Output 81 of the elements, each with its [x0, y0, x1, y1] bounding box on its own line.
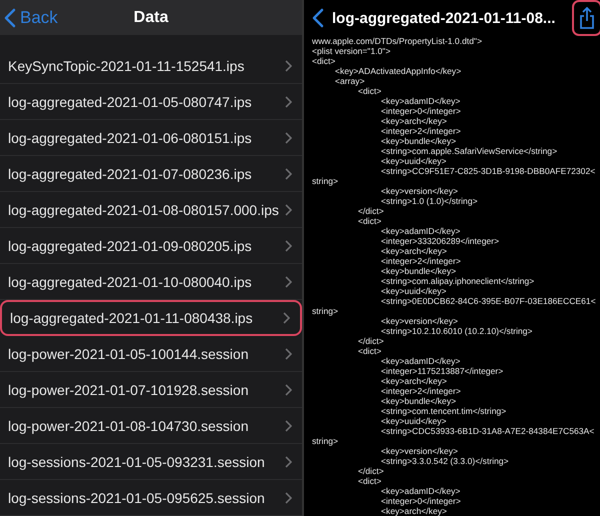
code-line: <string>com.tencent.tim</string>: [381, 406, 506, 416]
file-name: log-aggregated-2021-01-08-080157.000.ips: [8, 202, 279, 218]
code-line: <integer>2</integer>: [381, 386, 461, 396]
code-line: </dict>: [358, 466, 384, 476]
code-line: <key>version</key>: [381, 186, 458, 196]
chevron-right-icon: [285, 240, 292, 252]
file-name: log-power-2021-01-05-100144.session: [8, 346, 248, 362]
code-line: <key>bundle</key>: [381, 266, 456, 276]
chevron-right-icon: [285, 132, 292, 144]
code-line: </dict>: [358, 206, 384, 216]
code-line: <integer>2</integer>: [381, 256, 461, 266]
chevron-right-icon: [285, 168, 292, 180]
code-line: <string>3.3.0.542 (3.3.0)</string>: [381, 456, 509, 466]
file-name: log-sessions-2021-01-05-095625.session: [8, 490, 265, 506]
document-title: log-aggregated-2021-01-11-08...: [332, 10, 556, 26]
chevron-right-icon: [285, 420, 292, 432]
code-line: string>: [312, 436, 338, 446]
code-line: </dict>: [358, 336, 384, 346]
chevron-right-icon: [285, 204, 292, 216]
code-line: <integer>2</integer>: [381, 126, 461, 136]
code-line: <integer>0</integer>: [381, 106, 461, 116]
chevron-right-icon: [285, 276, 292, 288]
code-line: <key>version</key>: [381, 446, 458, 456]
code-line: <dict>: [358, 346, 382, 356]
code-line: <plist version="1.0">: [312, 46, 390, 56]
file-name: log-aggregated-2021-01-07-080236.ips: [8, 166, 252, 182]
chevron-left-icon: [4, 8, 16, 28]
code-line: <array>: [335, 76, 365, 86]
code-line: <integer>1175213887</integer>: [381, 366, 504, 376]
file-row[interactable]: log-aggregated-2021-01-11-080438.ips: [0, 300, 302, 336]
file-name: KeySyncTopic-2021-01-11-152541.ips: [8, 58, 244, 74]
code-line: string>: [312, 306, 338, 316]
code-line: <dict>: [312, 56, 336, 66]
file-name: log-aggregated-2021-01-09-080205.ips: [8, 238, 252, 254]
code-line: <key>arch</key>: [381, 506, 447, 516]
code-line: <key>adamID</key>: [381, 96, 460, 106]
file-name: log-aggregated-2021-01-06-080151.ips: [8, 130, 252, 146]
chevron-right-icon: [285, 96, 292, 108]
code-line: <string>CDC53933-6B1D-31A8-A7E2-84384E7C563A<: [381, 426, 594, 436]
code-line: www.apple.com/DTDs/PropertyList-1.0.dtd">: [312, 36, 482, 46]
file-name: log-power-2021-01-08-104730.session: [8, 418, 248, 434]
back-chevron-icon[interactable]: [312, 8, 324, 28]
code-line: <string>com.alipay.iphoneclient</string>: [381, 276, 534, 286]
code-line: <key>uuid</key>: [381, 156, 446, 166]
code-line: <key>arch</key>: [381, 376, 447, 386]
code-line: <dict>: [358, 476, 382, 486]
chevron-right-icon: [283, 312, 290, 324]
code-line: <key>adamID</key>: [381, 226, 460, 236]
screen-title: Data: [134, 8, 168, 26]
code-line: <key>arch</key>: [381, 246, 447, 256]
code-line: <string>CC9F51E7-C825-3D1B-9198-DBB0AFE72302<: [381, 166, 596, 176]
file-name: log-aggregated-2021-01-05-080747.ips: [8, 94, 252, 110]
code-line: <string>10.2.10.6010 (10.2.10)</string>: [381, 326, 532, 336]
code-line: <key>uuid</key>: [381, 286, 446, 296]
chevron-right-icon: [285, 60, 292, 72]
chevron-right-icon: [285, 348, 292, 360]
code-line: <key>arch</key>: [381, 116, 447, 126]
code-line: <integer>0</integer>: [381, 496, 461, 506]
file-name: log-power-2021-01-07-101928.session: [8, 382, 248, 398]
share-button[interactable]: [572, 0, 600, 36]
chevron-right-icon: [285, 384, 292, 396]
code-line: <string>0E0DCB62-84C6-395E-B07F-03E186ECCE61<: [381, 296, 596, 306]
chevron-right-icon: [285, 456, 292, 468]
code-line: <dict>: [358, 86, 382, 96]
code-line: <key>adamID</key>: [381, 486, 460, 496]
file-name: log-sessions-2021-01-05-093231.session: [8, 454, 265, 470]
file-name: log-aggregated-2021-01-10-080040.ips: [8, 274, 252, 290]
code-line: string>: [312, 176, 338, 186]
code-line: <key>adamID</key>: [381, 356, 460, 366]
share-icon: [579, 7, 595, 29]
code-line: <key>bundle</key>: [381, 396, 456, 406]
code-line: <integer>333206289</integer>: [381, 236, 500, 246]
code-line: <key>version</key>: [381, 316, 458, 326]
code-line: <string>1.0 (1.0)</string>: [381, 196, 478, 206]
code-line: <key>bundle</key>: [381, 136, 456, 146]
code-line: <key>ADActivatedAppInfo</key>: [335, 66, 462, 76]
code-line: <key>uuid</key>: [381, 416, 446, 426]
code-line: <string>com.apple.SafariViewService</string>: [381, 146, 558, 156]
file-name: log-aggregated-2021-01-11-080438.ips: [10, 310, 253, 326]
code-line: <dict>: [358, 216, 382, 226]
chevron-right-icon: [285, 492, 292, 504]
